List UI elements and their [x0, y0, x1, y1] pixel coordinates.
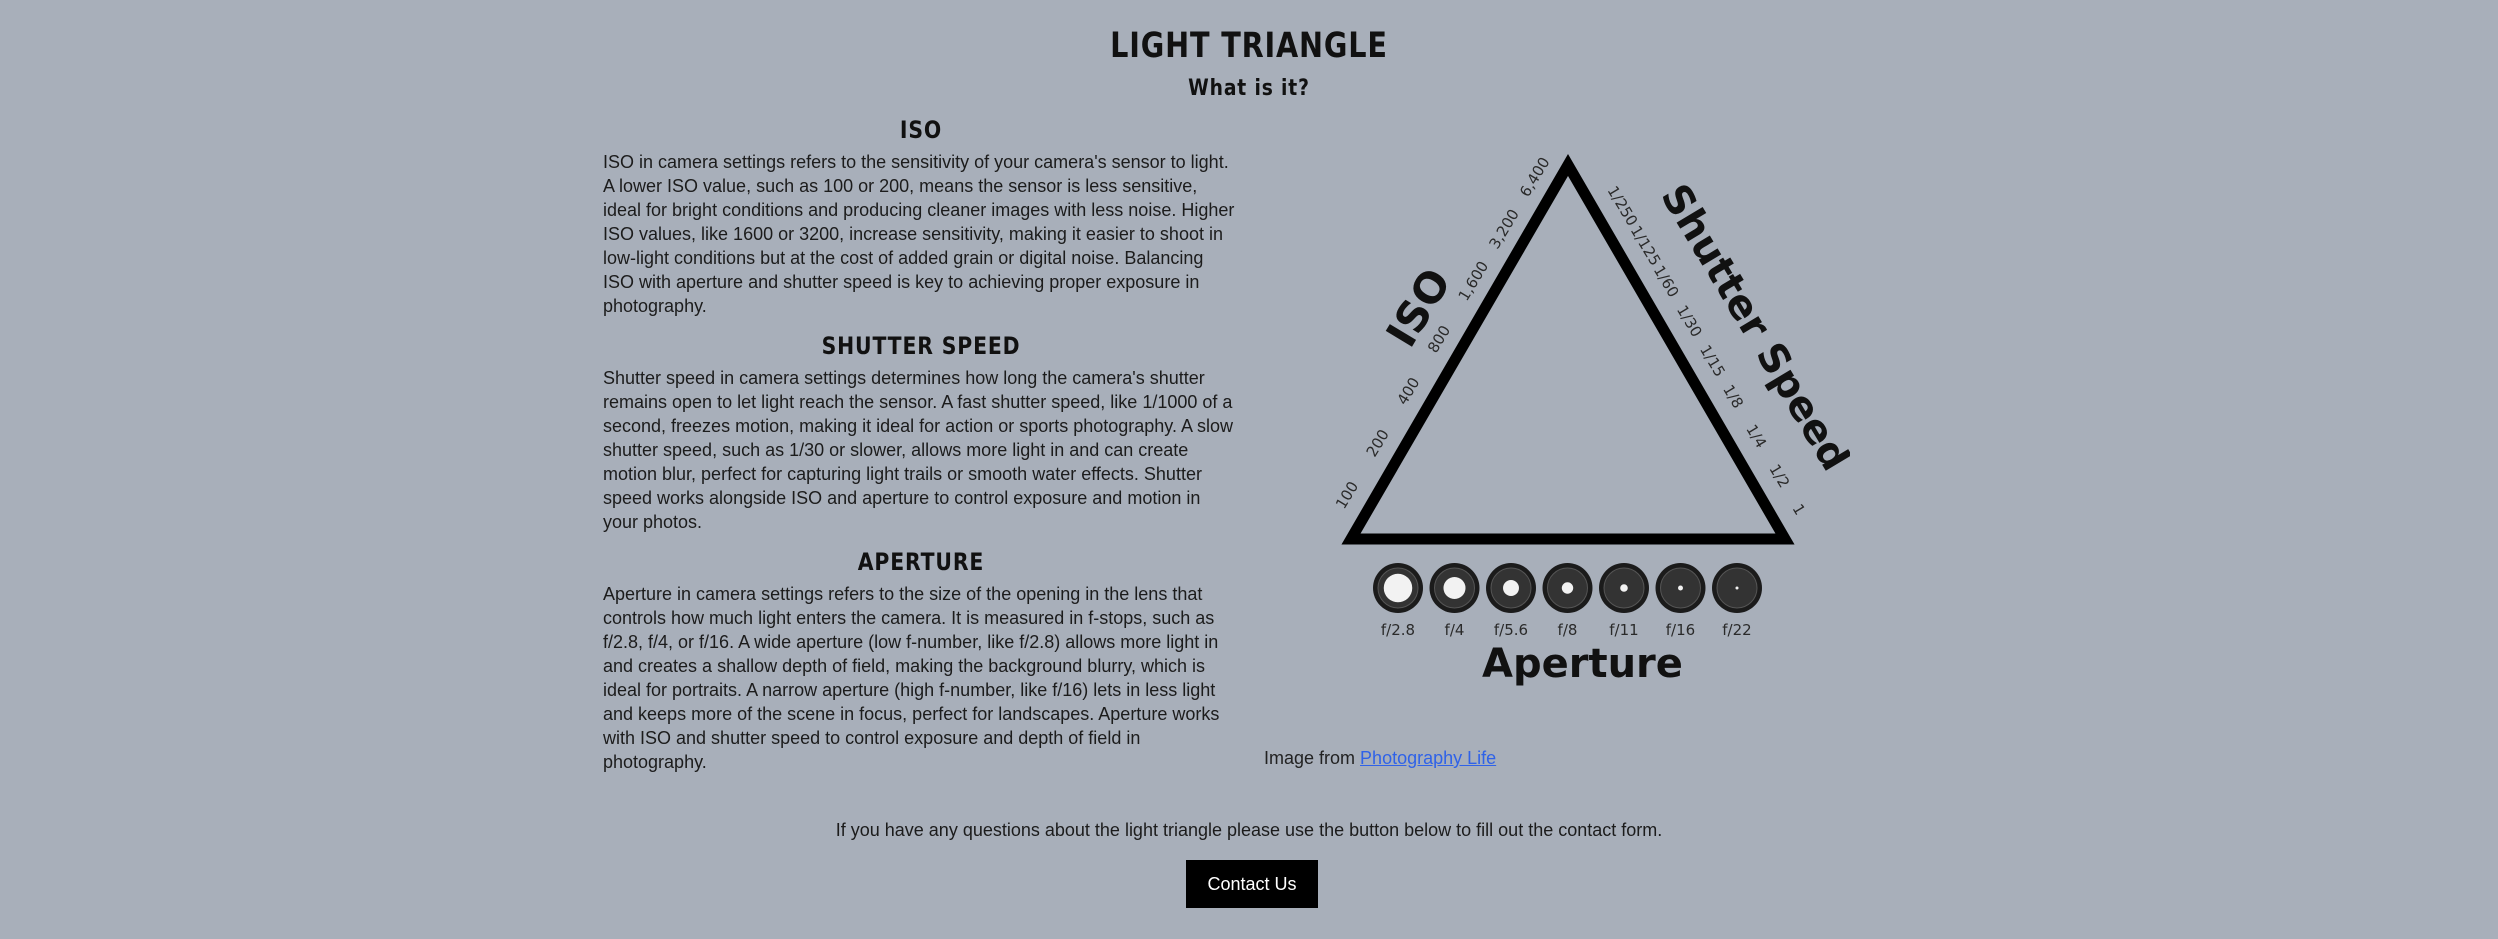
shutter-value-label: 1/250 — [1604, 183, 1642, 229]
shutter-value-label: 1/4 — [1742, 421, 1770, 451]
shutter-value-label: 1/8 — [1719, 382, 1747, 412]
aperture-opening-icon — [1561, 582, 1574, 594]
iso-value-label: 200 — [1363, 426, 1393, 460]
aperture-opening-icon — [1735, 586, 1739, 590]
aperture-value-label: f/11 — [1609, 621, 1638, 639]
iso-value-label: 400 — [1393, 374, 1423, 408]
aperture-scale: f/2.8 f/4 f/5.6 f/8 f/11 f/16 f/22 — [1373, 563, 1762, 639]
aperture-value-label: f/2.8 — [1381, 621, 1415, 639]
aperture-opening-icon — [1678, 585, 1683, 591]
photography-life-link[interactable]: Photography Life — [1360, 748, 1496, 768]
image-credit: Image from Photography Life — [1264, 748, 1496, 769]
aperture-value-label: f/4 — [1445, 621, 1465, 639]
shutter-value-label: 1/30 — [1673, 302, 1706, 340]
section-body: Shutter speed in camera settings determi… — [603, 368, 1233, 532]
shutter-value-label: 1 — [1789, 501, 1809, 518]
aperture-opening-icon — [1383, 573, 1413, 603]
aperture-opening-icon — [1503, 580, 1519, 596]
shutter-value-label: 1/15 — [1696, 342, 1729, 380]
contact-prompt: If you have any questions about the ligh… — [835, 820, 1663, 840]
contact-us-button[interactable]: Contact Us — [1186, 860, 1318, 908]
aperture-opening-icon — [1443, 576, 1466, 600]
light-triangle-diagram: ISO Shutter Speed Aperture 1002004008001… — [1332, 154, 1858, 687]
light-triangle-figure: ISO Shutter Speed Aperture 100 200 400 800 1… — [1330, 150, 1858, 700]
section-shutter-speed: SHUTTER SPEED Shutter speed in camera se… — [603, 328, 1239, 534]
sections-column: ISO ISO in camera settings refers to the… — [603, 112, 1239, 784]
section-body: ISO in camera settings refers to the sen… — [603, 152, 1235, 316]
shutter-value-label: 1/2 — [1765, 461, 1793, 491]
iso-value-label: 100 — [1332, 478, 1362, 512]
section-body: Aperture in camera settings refers to th… — [603, 584, 1220, 772]
iso-scale: 1002004008001,6003,2006,400 — [1332, 154, 1554, 512]
aperture-value-label: f/5.6 — [1494, 621, 1528, 639]
aperture-value-label: f/22 — [1722, 621, 1751, 639]
shutter-value-label: 1/125 — [1627, 223, 1665, 269]
aperture-value-label: f/8 — [1558, 621, 1578, 639]
shutter-value-label: 1/60 — [1650, 262, 1683, 300]
aperture-axis-label: Aperture — [1482, 641, 1683, 687]
section-heading: APERTURE — [857, 548, 985, 576]
page-title: LIGHT TRIANGLE — [1110, 26, 1388, 66]
section-heading: SHUTTER SPEED — [821, 332, 1021, 360]
credit-prefix: Image from — [1264, 748, 1356, 768]
section-iso: ISO ISO in camera settings refers to the… — [603, 112, 1239, 318]
page-subtitle: What is it? — [1188, 76, 1310, 101]
section-aperture: APERTURE Aperture in camera settings ref… — [603, 544, 1239, 774]
aperture-value-label: f/16 — [1666, 621, 1695, 639]
section-heading: ISO — [899, 116, 943, 144]
aperture-opening-icon — [1620, 584, 1628, 592]
